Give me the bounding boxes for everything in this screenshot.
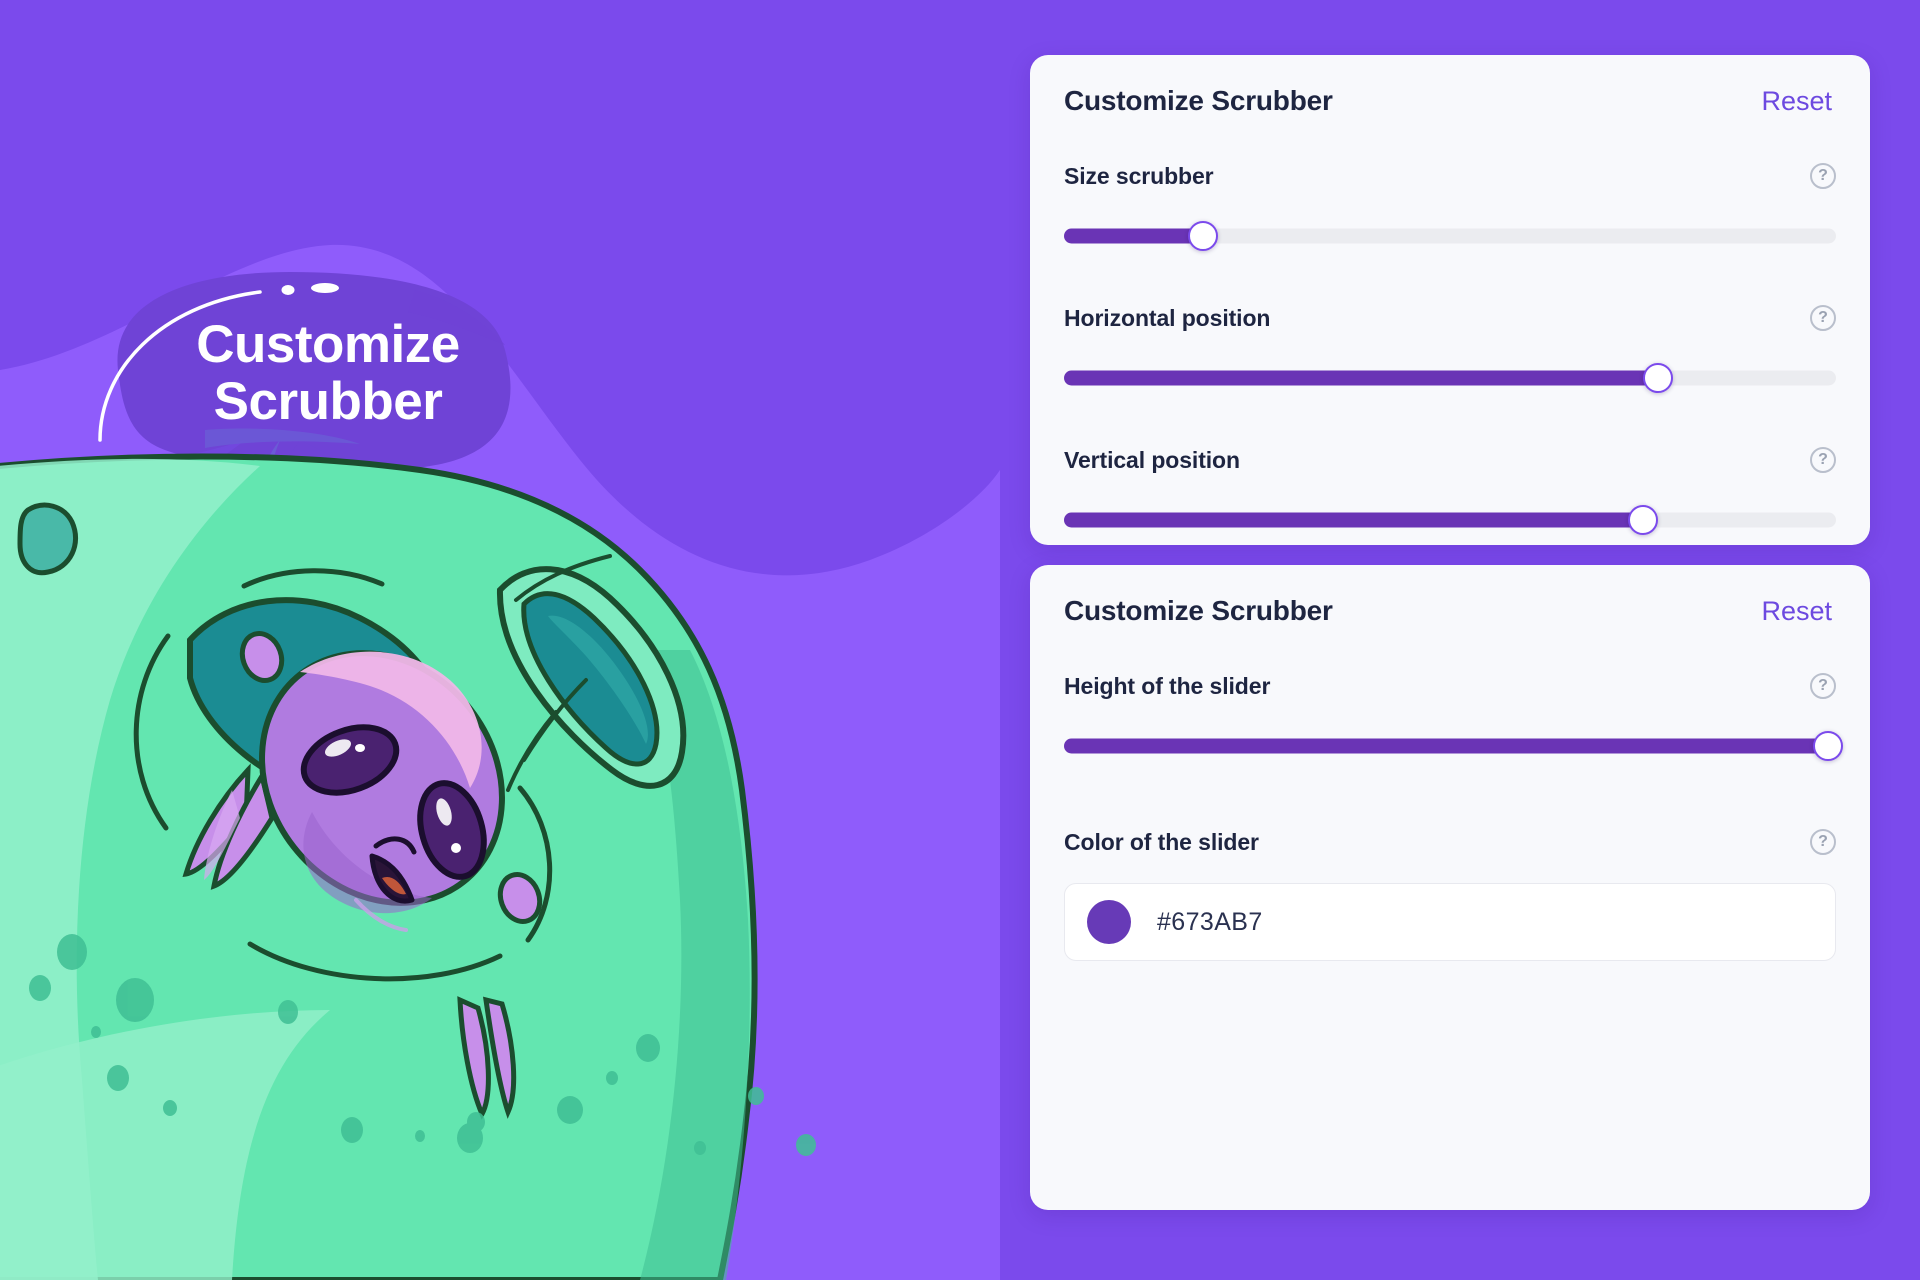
field-height-of-slider-row: Height of the slider ? <box>1064 663 1836 709</box>
blob-dot <box>116 978 154 1022</box>
blob-dot <box>107 1065 129 1091</box>
character-eye-right-dot <box>451 843 461 853</box>
slider-horizontal-position-thumb[interactable] <box>1643 363 1674 393</box>
slider-size-scrubber-thumb[interactable] <box>1187 221 1218 251</box>
color-value-text: #673AB7 <box>1157 907 1263 936</box>
question-circle-icon[interactable]: ? <box>1810 163 1836 189</box>
blob-dot <box>57 934 87 970</box>
blob-dot <box>748 1087 764 1105</box>
slider-height-of-slider-thumb[interactable] <box>1813 731 1844 761</box>
blob-dot <box>415 1130 425 1142</box>
slider-size-scrubber-fill <box>1064 228 1203 244</box>
field-color-of-slider: Color of the slider ? #673AB7 <box>1064 813 1836 961</box>
field-size-scrubber: Size scrubber ? <box>1064 147 1836 259</box>
field-vertical-position-row: Vertical position ? <box>1064 437 1836 483</box>
settings-panel: Customize Scrubber Reset Size scrubber ?… <box>1020 0 1920 1280</box>
blob-dot <box>163 1100 177 1116</box>
blob-dot <box>557 1096 583 1124</box>
blob-dot <box>29 975 51 1001</box>
bubble-highlight-dot-2 <box>311 283 339 293</box>
blob-dot <box>341 1117 363 1143</box>
card-1-title: Customize Scrubber <box>1064 85 1333 116</box>
question-circle-icon[interactable]: ? <box>1810 829 1836 855</box>
field-vertical-position-label: Vertical position <box>1064 446 1240 473</box>
card-2-title: Customize Scrubber <box>1064 595 1333 626</box>
blob-dot <box>694 1141 706 1155</box>
color-swatch[interactable] <box>1087 900 1131 944</box>
question-circle-icon[interactable]: ? <box>1810 447 1836 473</box>
card-1-header: Customize Scrubber Reset <box>1064 55 1836 147</box>
customize-scrubber-card-1: Customize Scrubber Reset Size scrubber ?… <box>1030 55 1870 545</box>
blob-dot <box>796 1134 816 1156</box>
card-2-header: Customize Scrubber Reset <box>1064 565 1836 657</box>
card-2-reset-button[interactable]: Reset <box>1757 594 1836 629</box>
blob-dot <box>636 1034 660 1062</box>
slider-horizontal-position[interactable] <box>1064 355 1836 401</box>
blob-dot <box>467 1112 485 1132</box>
field-size-scrubber-row: Size scrubber ? <box>1064 153 1836 199</box>
blob-leaf-shape <box>17 502 79 576</box>
character-eye-left-dot <box>355 744 365 752</box>
field-height-of-slider-label: Height of the slider <box>1064 672 1271 699</box>
field-color-of-slider-row: Color of the slider ? <box>1064 819 1836 865</box>
slider-height-of-slider[interactable] <box>1064 723 1844 769</box>
blob-dot <box>606 1071 618 1085</box>
field-horizontal-position-label: Horizontal position <box>1064 304 1271 331</box>
slider-vertical-position[interactable] <box>1064 497 1836 543</box>
slider-height-of-slider-fill <box>1064 738 1829 754</box>
illustration-panel: Customize Scrubber <box>0 0 1000 1280</box>
field-horizontal-position-row: Horizontal position ? <box>1064 295 1836 341</box>
field-height-of-slider: Height of the slider ? <box>1064 657 1844 769</box>
blob-dot <box>91 1026 101 1038</box>
slider-vertical-position-fill <box>1064 512 1643 528</box>
field-horizontal-position: Horizontal position ? <box>1064 289 1836 401</box>
blob-dot <box>278 1000 298 1024</box>
question-circle-icon[interactable]: ? <box>1810 305 1836 331</box>
speech-bubble-shape <box>117 272 511 472</box>
bubble-highlight-dot-1 <box>281 285 295 295</box>
question-circle-icon[interactable]: ? <box>1810 673 1836 699</box>
card-1-reset-button[interactable]: Reset <box>1757 84 1836 119</box>
field-size-scrubber-label: Size scrubber <box>1064 162 1214 189</box>
blob-leaf <box>17 502 79 576</box>
color-input-field[interactable]: #673AB7 <box>1064 883 1836 961</box>
field-color-of-slider-label: Color of the slider <box>1064 828 1259 855</box>
slider-vertical-position-thumb[interactable] <box>1628 505 1658 535</box>
slider-horizontal-position-fill <box>1064 370 1659 386</box>
customize-scrubber-card-2: Customize Scrubber Reset Height of the s… <box>1030 565 1870 1210</box>
slider-size-scrubber[interactable] <box>1064 213 1836 259</box>
field-vertical-position: Vertical position ? <box>1064 431 1836 543</box>
